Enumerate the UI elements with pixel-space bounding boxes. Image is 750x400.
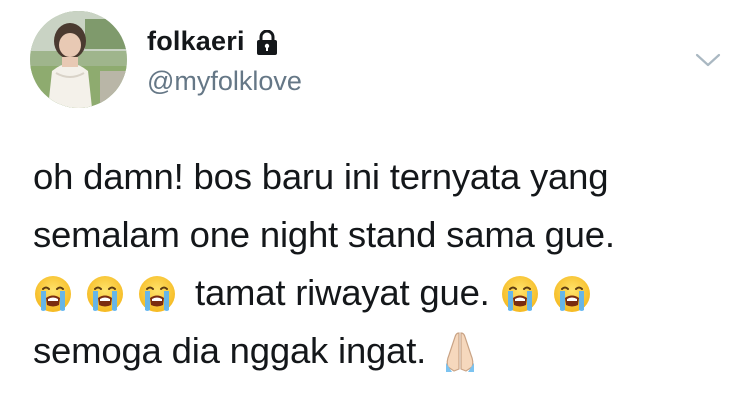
tweet-text: oh damn! bos baru ini ternyata yang sema… xyxy=(33,148,733,380)
loudly-crying-face-emoji xyxy=(85,273,125,313)
lock-icon xyxy=(255,29,279,56)
tweet-card: folkaeri @myfolklove oh damn! bos baru i… xyxy=(0,0,750,400)
loudly-crying-face-emoji xyxy=(137,273,177,313)
chevron-down-icon[interactable] xyxy=(694,50,722,70)
tweet-line: oh damn! bos baru ini ternyata yang xyxy=(33,156,609,197)
tweet-line-text: tamat riwayat gue. xyxy=(195,272,490,313)
tweet-line: semoga dia nggak ingat. xyxy=(33,322,733,380)
avatar[interactable] xyxy=(30,11,127,108)
display-name[interactable]: folkaeri xyxy=(147,26,245,57)
loudly-crying-face-emoji xyxy=(500,273,540,313)
loudly-crying-face-emoji xyxy=(33,273,73,313)
folded-hands-emoji xyxy=(440,329,480,373)
user-name-row: folkaeri xyxy=(147,26,279,57)
loudly-crying-face-emoji xyxy=(552,273,592,313)
tweet-line-text: semoga dia nggak ingat. xyxy=(33,330,427,371)
tweet-line: semalam one night stand sama gue. xyxy=(33,214,615,255)
tweet-line: tamat riwayat gue. xyxy=(33,264,733,322)
user-handle[interactable]: @myfolklove xyxy=(147,66,302,97)
